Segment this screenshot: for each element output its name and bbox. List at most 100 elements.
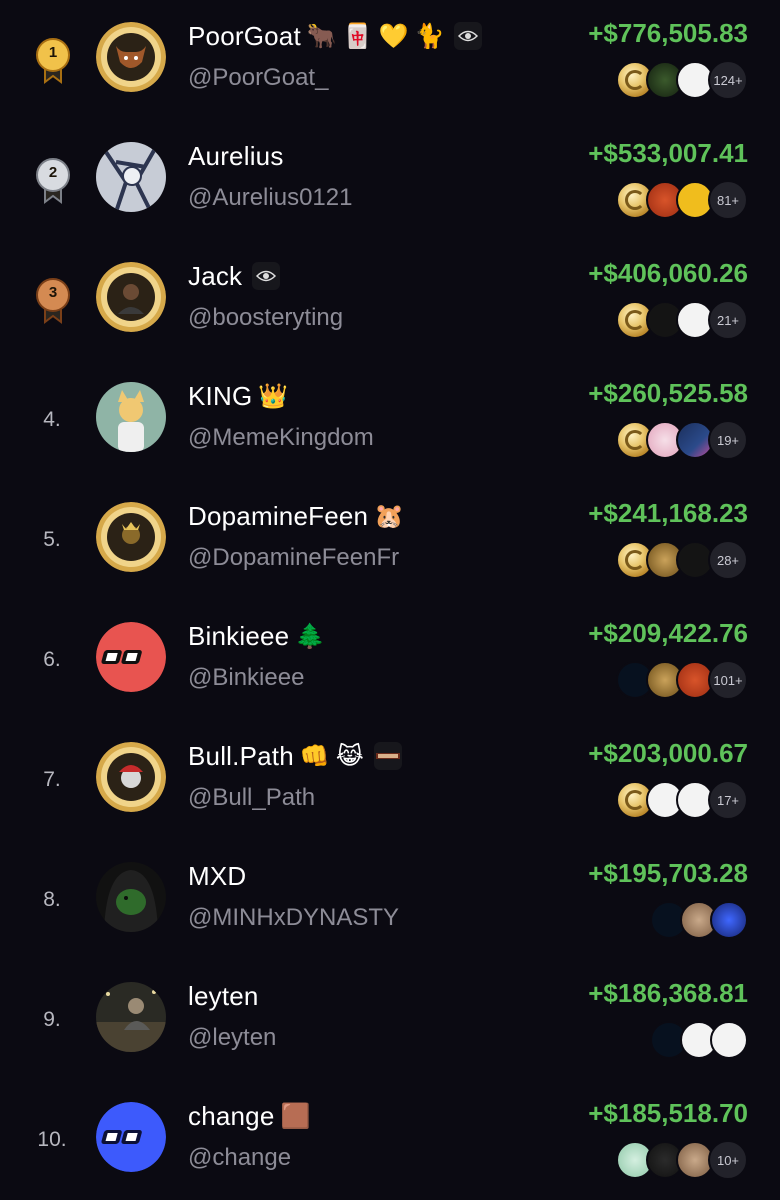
- token-stack[interactable]: 10+: [616, 1140, 748, 1180]
- token-stack[interactable]: 124+: [616, 60, 748, 100]
- rank-number: 9.: [43, 1008, 61, 1031]
- leaderboard-row[interactable]: 1 PoorGoat 🐂 🀄 💛 🐈 @PoorGoat_ +$776,505.83 …: [0, 0, 780, 120]
- trader-handle[interactable]: @Aurelius0121: [188, 184, 352, 212]
- token-stack[interactable]: [650, 901, 748, 939]
- trader-name[interactable]: Aurelius: [188, 141, 284, 172]
- avatar[interactable]: [96, 622, 166, 692]
- avatar[interactable]: [96, 22, 166, 92]
- profit-value: +$203,000.67: [588, 738, 748, 768]
- trader-handle[interactable]: @leyten: [188, 1024, 276, 1052]
- trader-name[interactable]: Binkieee: [188, 621, 289, 652]
- leaderboard-row[interactable]: 4. KING 👑 @MemeKingdom +$260,525.58 19+: [0, 360, 780, 480]
- trader-name[interactable]: PoorGoat: [188, 21, 301, 52]
- trader-name[interactable]: change: [188, 1101, 275, 1132]
- profit-value: +$776,505.83: [588, 18, 748, 48]
- token-stack[interactable]: 28+: [616, 540, 748, 580]
- name-line: PoorGoat 🐂 🀄 💛 🐈: [188, 18, 483, 54]
- name-line: leyten: [188, 978, 259, 1014]
- silver-medal-icon: 2: [34, 158, 72, 204]
- leaderboard-row[interactable]: 10. change 🟫 @change +$185,518.70 10+: [0, 1080, 780, 1200]
- leaderboard-row[interactable]: 7. Bull.Path 👊 😹 @Bull_Path +$203,000.67 …: [0, 720, 780, 840]
- rank-number: 2: [48, 164, 58, 181]
- rank-number: 7.: [43, 768, 61, 791]
- trader-name[interactable]: KING: [188, 381, 252, 412]
- rank-number: 1: [48, 44, 58, 61]
- profit-value: +$186,368.81: [588, 978, 748, 1008]
- trader-handle[interactable]: @PoorGoat_: [188, 64, 328, 92]
- avatar[interactable]: [96, 862, 166, 932]
- name-emoji-icon: 🀄: [342, 22, 373, 50]
- avatar[interactable]: [96, 1102, 166, 1172]
- profit-value: +$406,060.26: [588, 258, 748, 288]
- profit-value: +$533,007.41: [588, 138, 748, 168]
- name-line: KING 👑: [188, 378, 288, 414]
- name-emoji-icon: 💛: [378, 22, 409, 50]
- name-emoji-icon: 🐹: [374, 502, 405, 530]
- rank-number: 5.: [43, 528, 61, 551]
- dabal-badge-icon: [373, 742, 402, 770]
- token-stack[interactable]: 21+: [616, 300, 748, 340]
- name-emoji-icon: 😹: [335, 742, 364, 770]
- leaderboard-list: 1 PoorGoat 🐂 🀄 💛 🐈 @PoorGoat_ +$776,505.83 …: [0, 0, 780, 1200]
- more-tokens-count[interactable]: 124+: [708, 60, 748, 100]
- more-tokens-count[interactable]: 81+: [708, 180, 748, 220]
- trader-name[interactable]: DopamineFeen: [188, 501, 368, 532]
- trader-name[interactable]: Jack: [188, 261, 242, 292]
- trader-handle[interactable]: @MINHxDYNASTY: [188, 904, 399, 932]
- profit-value: +$185,518.70: [588, 1098, 748, 1128]
- trader-name[interactable]: MXD: [188, 861, 246, 892]
- leaderboard-row[interactable]: 3 Jack @boosteryting +$406,060.26 21+: [0, 240, 780, 360]
- avatar[interactable]: [96, 742, 166, 812]
- name-line: Aurelius: [188, 138, 284, 174]
- avatar[interactable]: [96, 262, 166, 332]
- avatar[interactable]: [96, 982, 166, 1052]
- profit-value: +$209,422.76: [588, 618, 748, 648]
- more-tokens-count[interactable]: 17+: [708, 780, 748, 820]
- rank-number: 6.: [43, 648, 61, 671]
- name-line: MXD: [188, 858, 246, 894]
- name-emoji-icon: 👊: [299, 742, 330, 770]
- token-stack[interactable]: 19+: [616, 420, 748, 460]
- avatar[interactable]: [96, 142, 166, 212]
- leaderboard-row[interactable]: 5. DopamineFeen 🐹 @DopamineFeenFr +$241,…: [0, 480, 780, 600]
- token-stack[interactable]: 81+: [616, 180, 748, 220]
- name-line: Jack: [188, 258, 281, 294]
- trader-handle[interactable]: @DopamineFeenFr: [188, 544, 399, 572]
- trader-handle[interactable]: @change: [188, 1144, 291, 1172]
- more-tokens-count[interactable]: 10+: [708, 1140, 748, 1180]
- name-line: Bull.Path 👊 😹: [188, 738, 402, 774]
- trader-handle[interactable]: @Bull_Path: [188, 784, 315, 812]
- token-stack[interactable]: [650, 1021, 748, 1059]
- eye-emblem-icon: [454, 22, 483, 50]
- profit-value: +$195,703.28: [588, 858, 748, 888]
- more-tokens-count[interactable]: 19+: [708, 420, 748, 460]
- trader-handle[interactable]: @MemeKingdom: [188, 424, 374, 452]
- trader-handle[interactable]: @boosteryting: [188, 304, 343, 332]
- name-emoji-icon: 🐈: [414, 22, 445, 50]
- leaderboard-row[interactable]: 9. leyten @leyten +$186,368.81: [0, 960, 780, 1080]
- name-emoji-icon: 🟫: [280, 1102, 311, 1130]
- rank-number: 8.: [43, 888, 61, 911]
- name-emoji-icon: 🌲: [295, 622, 326, 650]
- avatar[interactable]: [96, 502, 166, 572]
- held-token-icon[interactable]: [710, 901, 748, 939]
- more-tokens-count[interactable]: 28+: [708, 540, 748, 580]
- more-tokens-count[interactable]: 101+: [708, 660, 748, 700]
- token-stack[interactable]: 17+: [616, 780, 748, 820]
- more-tokens-count[interactable]: 21+: [708, 300, 748, 340]
- avatar[interactable]: [96, 382, 166, 452]
- leaderboard-row[interactable]: 8. MXD @MINHxDYNASTY +$195,703.28: [0, 840, 780, 960]
- gold-medal-icon: 1: [34, 38, 72, 84]
- rank-number: 10.: [37, 1128, 67, 1151]
- held-token-icon[interactable]: [710, 1021, 748, 1059]
- name-emoji-icon: 👑: [258, 382, 289, 410]
- trader-handle[interactable]: @Binkieee: [188, 664, 304, 692]
- rank-number: 4.: [43, 408, 61, 431]
- name-line: change 🟫: [188, 1098, 310, 1134]
- leaderboard-row[interactable]: 6. Binkieee 🌲 @Binkieee +$209,422.76 101…: [0, 600, 780, 720]
- trader-name[interactable]: leyten: [188, 981, 259, 1012]
- leaderboard-row[interactable]: 2 Aurelius @Aurelius0121 +$533,007.41 81…: [0, 120, 780, 240]
- trader-name[interactable]: Bull.Path: [188, 741, 294, 772]
- name-emoji-icon: 🐂: [306, 22, 337, 50]
- token-stack[interactable]: 101+: [616, 660, 748, 700]
